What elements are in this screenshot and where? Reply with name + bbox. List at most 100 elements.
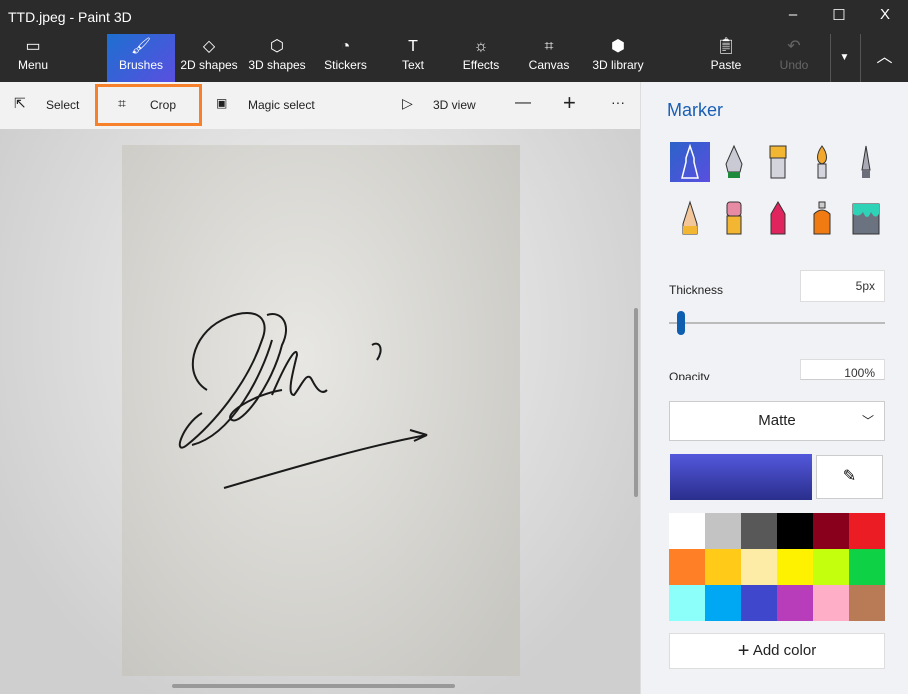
canvas-tab[interactable]: ⌗ Canvas (523, 34, 575, 82)
oil-brush[interactable] (758, 142, 798, 182)
3d-view-button[interactable]: 3D view (433, 98, 476, 112)
palette-color-swatch[interactable] (705, 549, 741, 585)
vertical-scrollbar[interactable] (634, 308, 638, 497)
palette-color-swatch[interactable] (705, 585, 741, 621)
eraser-brush[interactable] (714, 198, 754, 238)
3d-shapes-tab[interactable]: ⬡ 3D shapes (246, 34, 308, 82)
signature-image[interactable] (122, 145, 520, 676)
brush-panel: Marker Thickness 5px Opacity 100% Matte ﹀… (640, 82, 908, 694)
palette-color-swatch[interactable] (669, 549, 705, 585)
chevron-down-icon: ﹀ (861, 414, 874, 428)
text-icon: T (408, 38, 418, 55)
history-dropdown[interactable]: ▼ (830, 34, 858, 82)
undo-label: Undo (779, 58, 809, 72)
3d-library-tab[interactable]: ⬢ 3D library (588, 34, 648, 82)
palette-color-swatch[interactable] (741, 585, 777, 621)
paste-button[interactable]: 📋︎ Paste (703, 34, 749, 82)
finish-dropdown[interactable]: Matte ﹀ (669, 401, 885, 441)
palette-color-swatch[interactable] (813, 585, 849, 621)
pencil-icon (682, 200, 698, 235)
close-button[interactable]: X (862, 6, 908, 23)
effects-tab[interactable]: ☼ Effects (456, 34, 506, 82)
thickness-label: Thickness (669, 283, 724, 297)
canvas-area[interactable] (0, 129, 640, 694)
fill-bucket-icon (852, 203, 880, 235)
spray-can-brush[interactable] (802, 198, 842, 238)
opacity-input[interactable]: 100% (800, 359, 885, 380)
magic-select-icon: ▣ (216, 96, 228, 110)
select-button[interactable]: Select (46, 98, 79, 112)
sub-toolbar: ⇱ Select ⌗ Crop ▣ Magic select ▷ 3D view… (0, 82, 640, 129)
palette-color-swatch[interactable] (705, 513, 741, 549)
pen-icon (861, 145, 871, 178)
undo-icon: ↶ (787, 38, 801, 55)
thickness-input[interactable]: 5px (800, 270, 885, 302)
brushes-tab[interactable]: 🖌︎ Brushes (107, 34, 175, 82)
palette-color-swatch[interactable] (777, 549, 813, 585)
zoom-in-button[interactable]: + (563, 90, 576, 116)
main-toolbar: ▭ Menu 🖌︎ Brushes ◇ 2D shapes ⬡ 3D shapes ◔ S… (0, 34, 908, 82)
oil-brush-icon (769, 145, 787, 179)
horizontal-scrollbar[interactable] (172, 684, 455, 688)
palette-color-swatch[interactable] (849, 549, 885, 585)
library-icon: ⬢ (611, 38, 625, 55)
collapse-button[interactable]: ︿ (860, 34, 908, 82)
effects-label: Effects (462, 58, 500, 72)
fill-brush[interactable] (846, 198, 886, 238)
watercolor-icon (817, 145, 827, 179)
chevron-up-icon: ︿ (876, 49, 893, 66)
panel-title: Marker (667, 100, 724, 120)
magic-select-button[interactable]: Magic select (248, 98, 315, 112)
3d-library-label: 3D library (592, 58, 644, 72)
crayon-brush[interactable] (758, 198, 798, 238)
minimize-button[interactable]: – (770, 6, 816, 23)
pencil-brush[interactable] (670, 198, 710, 238)
crop-highlight (95, 84, 202, 126)
palette-color-swatch[interactable] (741, 513, 777, 549)
pen-brush[interactable] (846, 142, 886, 182)
crop-button[interactable]: Crop (150, 98, 176, 112)
plus-icon: + (737, 640, 750, 662)
clipboard-icon: 📋︎ (715, 38, 737, 55)
add-color-button[interactable]: + Add color (669, 633, 885, 669)
2d-shapes-icon: ◇ (202, 38, 216, 55)
eyedropper-icon: ✎ (842, 468, 857, 485)
chevron-down-icon: ▼ (839, 52, 850, 63)
marker-brush[interactable] (670, 142, 710, 182)
3d-shapes-label: 3D shapes (248, 58, 306, 72)
zoom-out-button[interactable]: — (515, 94, 531, 112)
current-color-swatch[interactable] (670, 454, 812, 500)
maximize-button[interactable]: ☐ (816, 6, 862, 24)
canvas-icon: ⌗ (544, 38, 554, 55)
title-bar: TTD.jpeg - Paint 3D – ☐ X (0, 0, 908, 34)
brush-icon: 🖌︎ (130, 38, 152, 55)
stickers-tab[interactable]: ◔ Stickers (318, 34, 373, 82)
text-label: Text (401, 58, 424, 72)
eraser-icon (726, 201, 742, 235)
watercolor-brush[interactable] (802, 142, 842, 182)
palette-color-swatch[interactable] (777, 585, 813, 621)
calligraphy-pen-brush[interactable] (714, 142, 754, 182)
thickness-slider[interactable] (669, 322, 885, 324)
text-tab[interactable]: T Text (393, 34, 433, 82)
thickness-slider-thumb[interactable] (677, 311, 685, 335)
color-palette (669, 513, 885, 621)
palette-color-swatch[interactable] (849, 513, 885, 549)
folder-icon: ▭ (25, 38, 41, 55)
2d-shapes-tab[interactable]: ◇ 2D shapes (178, 34, 240, 82)
spray-can-icon (813, 201, 831, 235)
add-color-label: Add color (752, 642, 817, 659)
palette-color-swatch[interactable] (741, 549, 777, 585)
palette-color-swatch[interactable] (849, 585, 885, 621)
palette-color-swatch[interactable] (669, 513, 705, 549)
sticker-icon: ◔ (340, 38, 351, 55)
eyedropper-button[interactable]: ✎ (816, 455, 883, 499)
palette-color-swatch[interactable] (813, 513, 849, 549)
menu-button[interactable]: ▭ Menu (8, 34, 58, 82)
palette-color-swatch[interactable] (813, 549, 849, 585)
undo-button[interactable]: ↶ Undo (774, 34, 814, 82)
window-title: TTD.jpeg - Paint 3D (8, 9, 132, 25)
palette-color-swatch[interactable] (777, 513, 813, 549)
more-button[interactable]: ··· (611, 94, 625, 110)
palette-color-swatch[interactable] (669, 585, 705, 621)
